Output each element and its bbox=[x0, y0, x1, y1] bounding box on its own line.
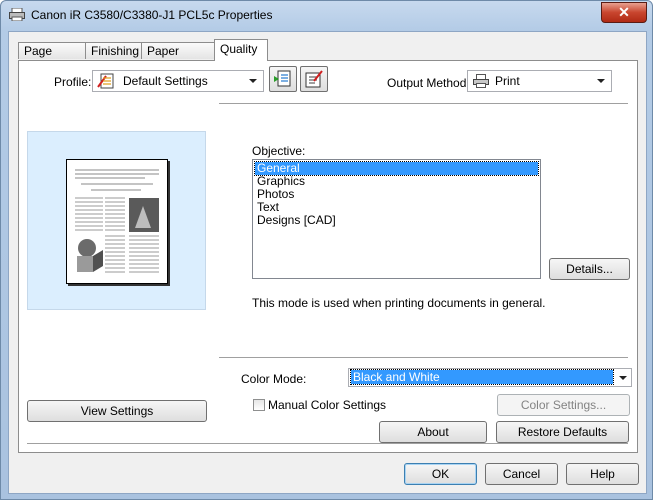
page-preview-image bbox=[66, 159, 168, 284]
profile-label: Profile: bbox=[54, 75, 92, 89]
chevron-down-icon bbox=[619, 376, 627, 380]
manual-color-label: Manual Color Settings bbox=[268, 398, 387, 412]
manual-color-checkbox[interactable] bbox=[253, 399, 265, 411]
chevron-down-icon bbox=[597, 79, 605, 83]
close-icon: ✕ bbox=[618, 4, 630, 20]
edit-profile-button[interactable] bbox=[300, 66, 328, 92]
tab-quality[interactable]: Quality bbox=[214, 39, 268, 61]
separator-top bbox=[219, 103, 628, 105]
color-settings-button[interactable]: Color Settings... bbox=[497, 394, 630, 416]
add-profile-button[interactable] bbox=[269, 66, 297, 92]
profile-value: Default Settings bbox=[123, 74, 208, 88]
color-mode-value: Black and White bbox=[350, 369, 614, 385]
output-method-combo[interactable]: Print bbox=[467, 70, 612, 92]
help-button[interactable]: Help bbox=[566, 463, 639, 485]
objective-item-graphics[interactable]: Graphics bbox=[255, 175, 538, 188]
restore-defaults-button[interactable]: Restore Defaults bbox=[496, 421, 629, 443]
close-button[interactable]: ✕ bbox=[601, 2, 647, 23]
properties-window: Canon iR C3580/C3380-J1 PCL5c Properties… bbox=[0, 0, 653, 500]
objective-item-designs-cad[interactable]: Designs [CAD] bbox=[255, 214, 538, 227]
separator-middle bbox=[219, 357, 628, 359]
profile-icon bbox=[97, 73, 114, 89]
quality-panel: Profile: Default Settings Output Method:… bbox=[18, 60, 638, 453]
about-button[interactable]: About bbox=[379, 421, 487, 443]
output-method-value: Print bbox=[495, 74, 520, 88]
objective-item-photos[interactable]: Photos bbox=[255, 188, 538, 201]
tab-page-setup[interactable]: Page Setup bbox=[18, 42, 86, 75]
details-button[interactable]: Details... bbox=[549, 258, 630, 280]
color-mode-label: Color Mode: bbox=[241, 372, 307, 386]
title-bar[interactable]: Canon iR C3580/C3380-J1 PCL5c Properties… bbox=[1, 1, 652, 29]
objective-label: Objective: bbox=[252, 144, 306, 158]
window-title: Canon iR C3580/C3380-J1 PCL5c Properties bbox=[31, 8, 273, 22]
output-method-label: Output Method: bbox=[387, 76, 470, 90]
add-profile-icon bbox=[274, 70, 291, 87]
ok-button[interactable]: OK bbox=[404, 463, 477, 485]
edit-profile-icon bbox=[305, 70, 323, 88]
print-icon bbox=[473, 74, 489, 88]
objective-description: This mode is used when printing document… bbox=[252, 296, 546, 310]
preview-pane bbox=[27, 131, 206, 310]
chevron-down-icon bbox=[249, 79, 257, 83]
separator-bottom bbox=[27, 443, 628, 445]
view-settings-button[interactable]: View Settings bbox=[27, 400, 207, 422]
cancel-button[interactable]: Cancel bbox=[485, 463, 558, 485]
color-mode-combo[interactable]: Black and White bbox=[348, 368, 632, 387]
objective-list[interactable]: General Graphics Photos Text Designs [CA… bbox=[252, 159, 541, 279]
profile-combo[interactable]: Default Settings bbox=[92, 70, 264, 92]
dialog-client: Page Setup Finishing Paper Source Qualit… bbox=[8, 31, 647, 494]
tab-finishing[interactable]: Finishing bbox=[85, 42, 142, 59]
printer-icon bbox=[9, 8, 25, 21]
tab-paper-source[interactable]: Paper Source bbox=[141, 42, 215, 75]
